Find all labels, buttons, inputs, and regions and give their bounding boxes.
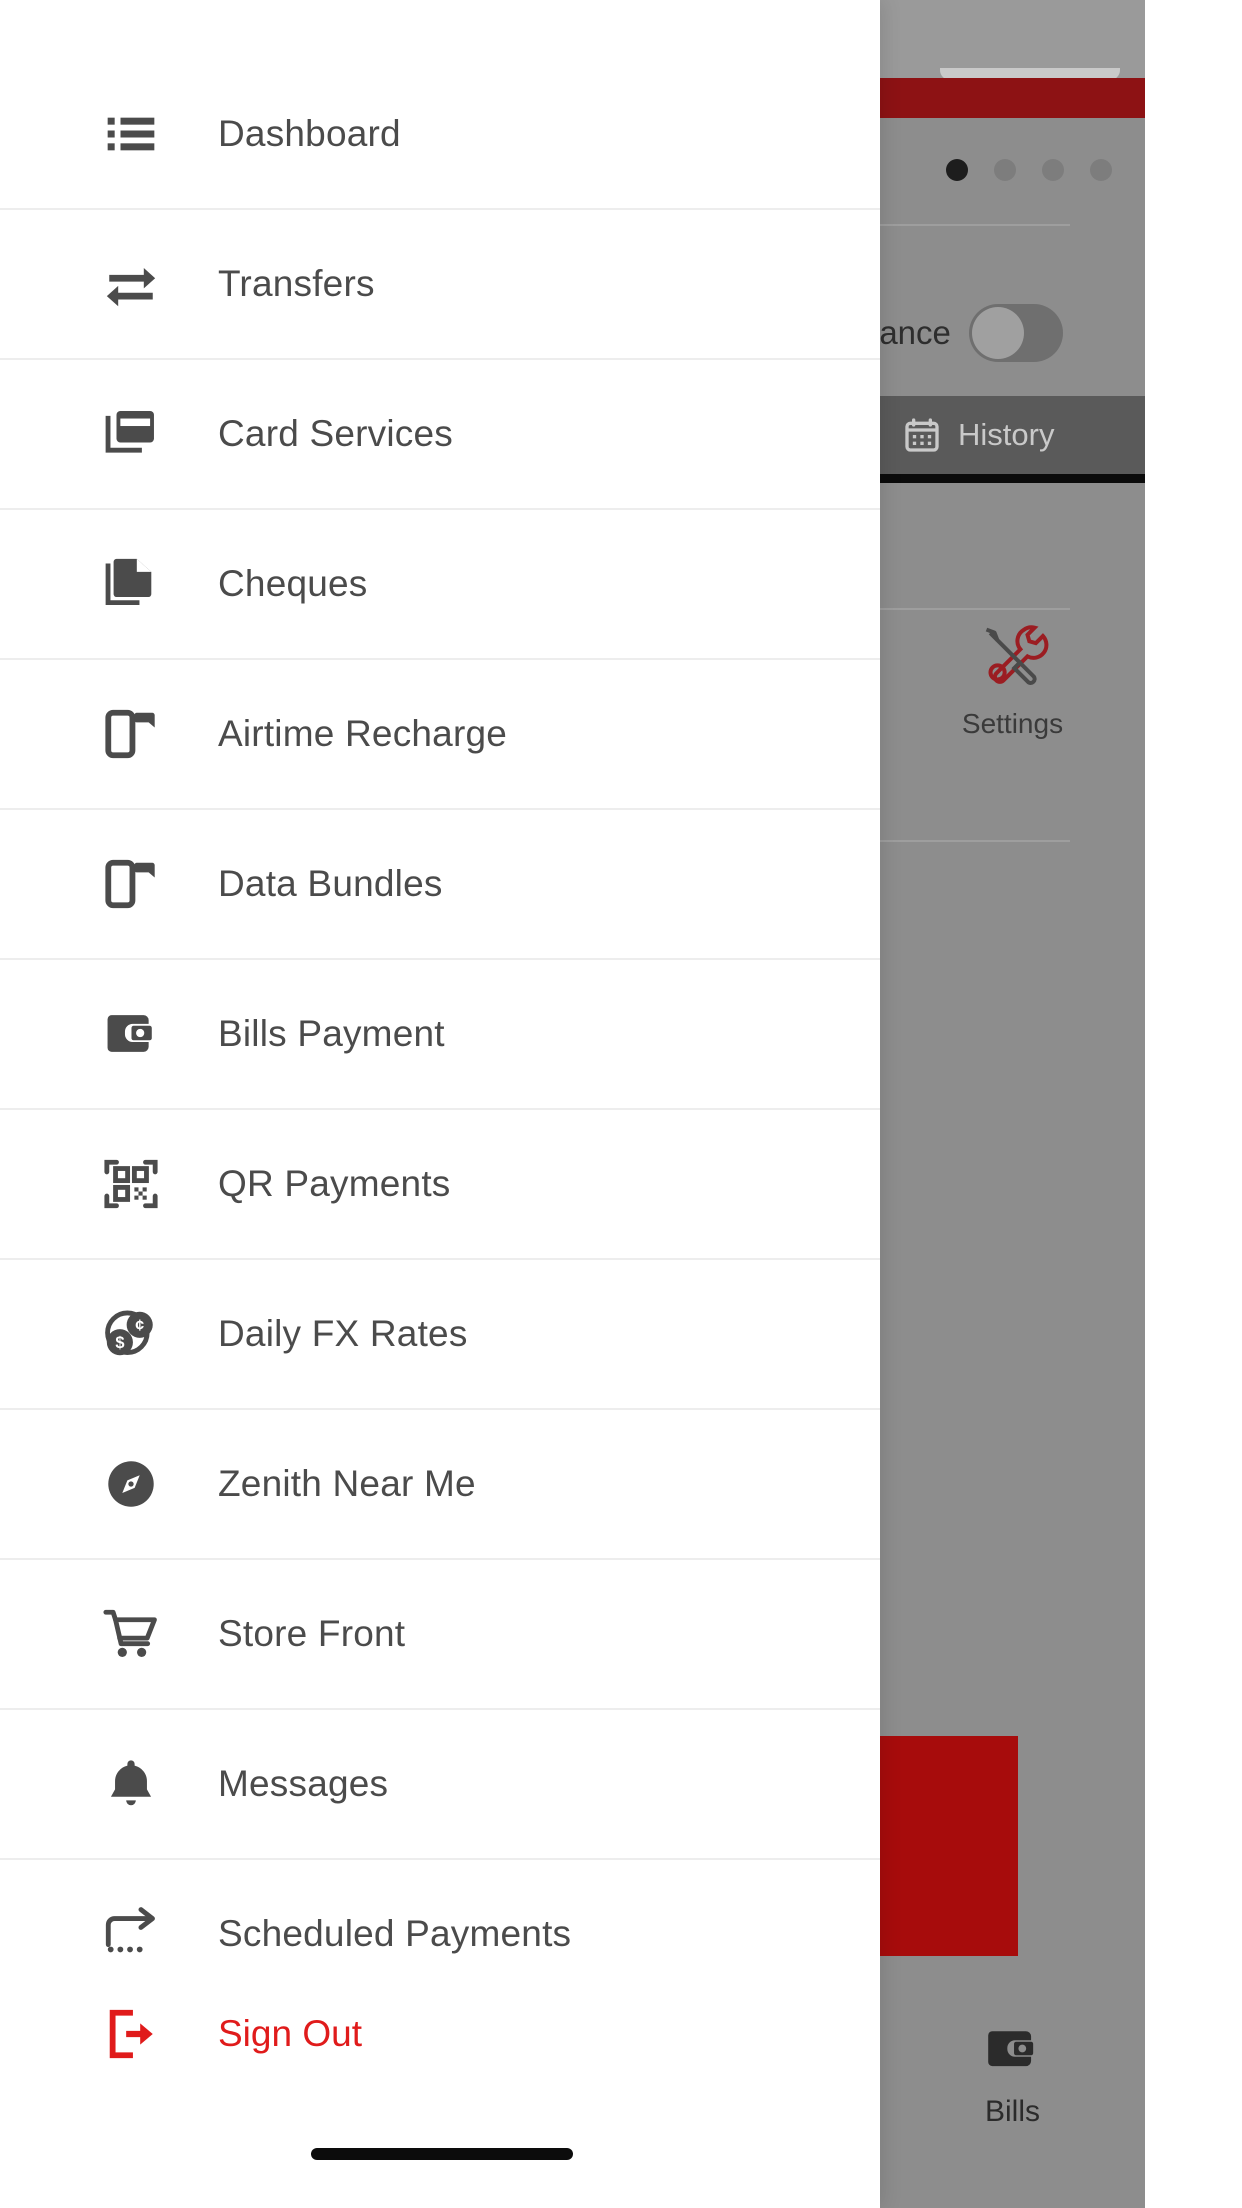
menu-item-store-front[interactable]: Store Front bbox=[0, 1560, 880, 1710]
carousel-pagination[interactable] bbox=[880, 150, 1145, 190]
menu-item-daily-fx-rates[interactable]: ¢ $ Daily FX Rates bbox=[0, 1260, 880, 1410]
menu-item-card-services[interactable]: Card Services bbox=[0, 360, 880, 510]
document-icon bbox=[100, 553, 162, 615]
menu-item-data-bundles[interactable]: Data Bundles bbox=[0, 810, 880, 960]
navigation-drawer[interactable]: Dashboard Transfers Card Services Cheque… bbox=[0, 0, 880, 2208]
sign-out-button[interactable]: Sign Out bbox=[0, 1964, 880, 2104]
promo-card[interactable] bbox=[880, 1736, 1018, 1956]
background-app-panel[interactable]: lance History bbox=[880, 0, 1145, 2208]
svg-text:¢: ¢ bbox=[135, 1318, 144, 1335]
show-balance-row[interactable]: lance bbox=[880, 285, 1145, 381]
wallet-icon bbox=[100, 1003, 162, 1065]
tab-history-label: History bbox=[958, 417, 1055, 452]
sign-out-label: Sign Out bbox=[218, 2013, 362, 2054]
menu-item-dashboard[interactable]: Dashboard bbox=[0, 60, 880, 210]
credit-card-icon bbox=[100, 403, 162, 465]
status-bar bbox=[880, 0, 1145, 78]
phone-screen: lance History bbox=[0, 0, 1242, 2208]
menu-item-label: Zenith Near Me bbox=[218, 1463, 476, 1504]
carousel-dot-3[interactable] bbox=[1042, 159, 1064, 181]
tab-history[interactable]: History bbox=[880, 396, 1145, 474]
tab-active-underline bbox=[880, 474, 1145, 483]
menu-item-bills-payment[interactable]: Bills Payment bbox=[0, 960, 880, 1110]
menu-item-label: Card Services bbox=[218, 413, 453, 454]
svg-text:$: $ bbox=[115, 1334, 124, 1352]
menu-item-label: Dashboard bbox=[218, 113, 401, 154]
shopping-cart-icon bbox=[100, 1603, 162, 1665]
menu-item-label: Daily FX Rates bbox=[218, 1313, 468, 1354]
tile-settings[interactable]: Settings bbox=[880, 620, 1145, 740]
mobile-phone-icon bbox=[100, 703, 162, 765]
menu-item-label: Messages bbox=[218, 1763, 389, 1804]
carousel-dot-4[interactable] bbox=[1090, 159, 1112, 181]
balance-label: lance bbox=[880, 314, 951, 351]
menu-item-label: Cheques bbox=[218, 563, 368, 604]
menu-item-label: Data Bundles bbox=[218, 863, 443, 904]
menu-item-label: Bills Payment bbox=[218, 1013, 445, 1054]
home-indicator[interactable] bbox=[311, 2148, 573, 2160]
menu-item-messages[interactable]: Messages bbox=[0, 1710, 880, 1860]
menu-list: Dashboard Transfers Card Services Cheque… bbox=[0, 60, 880, 2208]
toggle-knob bbox=[971, 307, 1024, 359]
sign-out-icon bbox=[100, 2003, 162, 2065]
menu-item-label: Store Front bbox=[218, 1613, 406, 1654]
bell-icon bbox=[100, 1753, 162, 1815]
mobile-phone-icon bbox=[100, 853, 162, 915]
divider bbox=[880, 840, 1070, 842]
divider bbox=[880, 224, 1070, 226]
menu-item-cheques[interactable]: Cheques bbox=[0, 510, 880, 660]
carousel-dot-2[interactable] bbox=[994, 159, 1016, 181]
divider bbox=[880, 608, 1070, 610]
menu-item-label: QR Payments bbox=[218, 1163, 451, 1204]
menu-item-airtime-recharge[interactable]: Airtime Recharge bbox=[0, 660, 880, 810]
menu-item-label: Airtime Recharge bbox=[218, 713, 508, 754]
carousel-dot-1[interactable] bbox=[946, 159, 968, 181]
wallet-icon bbox=[982, 2017, 1044, 2079]
calendar-icon bbox=[902, 415, 942, 455]
qr-code-icon bbox=[100, 1153, 162, 1215]
tile-settings-label: Settings bbox=[961, 708, 1064, 739]
menu-item-label: Transfers bbox=[218, 263, 375, 304]
menu-item-transfers[interactable]: Transfers bbox=[0, 210, 880, 360]
tab-bills[interactable]: Bills bbox=[880, 1988, 1145, 2158]
balance-toggle[interactable] bbox=[968, 304, 1063, 362]
currency-coins-icon: ¢ $ bbox=[100, 1303, 162, 1365]
menu-item-qr-payments[interactable]: QR Payments bbox=[0, 1110, 880, 1260]
menu-item-label: Scheduled Payments bbox=[218, 1913, 572, 1954]
tools-icon bbox=[976, 620, 1050, 694]
tab-bills-label: Bills bbox=[984, 2095, 1040, 2128]
list-icon bbox=[100, 103, 162, 165]
compass-icon bbox=[100, 1453, 162, 1515]
menu-item-zenith-near-me[interactable]: Zenith Near Me bbox=[0, 1410, 880, 1560]
app-header-bar bbox=[880, 78, 1145, 118]
scheduled-arrow-icon bbox=[100, 1903, 162, 1965]
transfer-arrows-icon bbox=[100, 253, 162, 315]
